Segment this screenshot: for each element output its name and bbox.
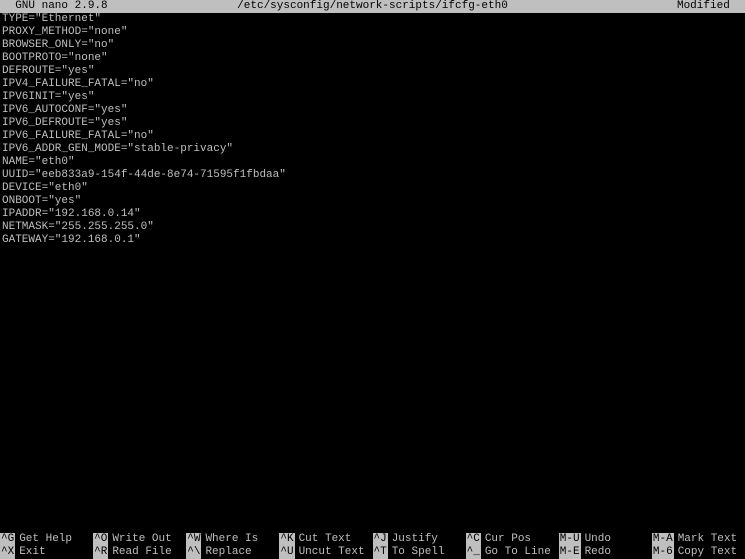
shortcut-item[interactable]: ^CCur Pos	[466, 533, 559, 546]
shortcut-key: ^G	[0, 533, 15, 546]
shortcut-item[interactable]: ^RRead File	[93, 546, 186, 559]
shortcut-item[interactable]: M-6Copy Text	[652, 546, 745, 559]
editor-line[interactable]: IPV6_ADDR_GEN_MODE="stable-privacy"	[2, 143, 743, 156]
editor-area[interactable]: TYPE="Ethernet"PROXY_METHOD="none"BROWSE…	[0, 13, 745, 533]
editor-line[interactable]: UUID="eeb833a9-154f-44de-8e74-71595f1fbd…	[2, 169, 743, 182]
shortcut-item[interactable]: ^WWhere Is	[186, 533, 279, 546]
shortcut-item[interactable]: M-ERedo	[559, 546, 652, 559]
shortcut-bar: ^GGet Help^OWrite Out^WWhere Is^KCut Tex…	[0, 533, 745, 559]
shortcut-label: Redo	[581, 546, 611, 559]
editor-line[interactable]: IPV6_FAILURE_FATAL="no"	[2, 130, 743, 143]
shortcut-key: ^_	[466, 546, 481, 559]
editor-line[interactable]: IPV6_AUTOCONF="yes"	[2, 104, 743, 117]
shortcut-label: Mark Text	[674, 533, 737, 546]
shortcut-key: M-E	[559, 546, 581, 559]
titlebar: GNU nano 2.9.8 /etc/sysconfig/network-sc…	[0, 0, 745, 13]
editor-line[interactable]: DEFROUTE="yes"	[2, 65, 743, 78]
shortcut-key: M-6	[652, 546, 674, 559]
editor-line[interactable]: ONBOOT="yes"	[2, 195, 743, 208]
shortcut-label: Uncut Text	[295, 546, 365, 559]
shortcut-item[interactable]: ^TTo Spell	[373, 546, 466, 559]
editor-line[interactable]: IPV4_FAILURE_FATAL="no"	[2, 78, 743, 91]
file-path: /etc/sysconfig/network-scripts/ifcfg-eth…	[0, 0, 745, 13]
shortcut-item[interactable]: ^XExit	[0, 546, 93, 559]
shortcut-label: Justify	[388, 533, 438, 546]
shortcut-item[interactable]: ^OWrite Out	[93, 533, 186, 546]
shortcut-key: ^T	[373, 546, 388, 559]
shortcut-label: Replace	[201, 546, 251, 559]
shortcut-item[interactable]: M-UUndo	[559, 533, 652, 546]
editor-line[interactable]: BROWSER_ONLY="no"	[2, 39, 743, 52]
shortcut-key: ^C	[466, 533, 481, 546]
shortcut-item[interactable]: ^GGet Help	[0, 533, 93, 546]
shortcut-label: Write Out	[108, 533, 171, 546]
shortcut-item[interactable]: ^UUncut Text	[279, 546, 372, 559]
editor-line[interactable]: IPV6_DEFROUTE="yes"	[2, 117, 743, 130]
shortcut-item[interactable]: ^\Replace	[186, 546, 279, 559]
editor-line[interactable]: NAME="eth0"	[2, 156, 743, 169]
shortcut-key: M-A	[652, 533, 674, 546]
app-version: GNU nano 2.9.8	[2, 0, 108, 13]
shortcut-key: ^J	[373, 533, 388, 546]
shortcut-key: ^R	[93, 546, 108, 559]
shortcut-key: ^W	[186, 533, 201, 546]
shortcut-item[interactable]: M-AMark Text	[652, 533, 745, 546]
shortcut-label: Cur Pos	[481, 533, 531, 546]
shortcut-item[interactable]: ^_Go To Line	[466, 546, 559, 559]
shortcut-item[interactable]: ^JJustify	[373, 533, 466, 546]
shortcut-label: Read File	[108, 546, 171, 559]
shortcut-item[interactable]: ^KCut Text	[279, 533, 372, 546]
shortcut-label: Cut Text	[295, 533, 352, 546]
modified-status: Modified	[677, 0, 743, 13]
shortcut-label: Undo	[581, 533, 611, 546]
editor-line[interactable]: BOOTPROTO="none"	[2, 52, 743, 65]
editor-line[interactable]: TYPE="Ethernet"	[2, 13, 743, 26]
editor-line[interactable]: IPADDR="192.168.0.14"	[2, 208, 743, 221]
shortcut-key: ^K	[279, 533, 294, 546]
shortcut-label: To Spell	[388, 546, 445, 559]
shortcut-key: M-U	[559, 533, 581, 546]
shortcut-key: ^O	[93, 533, 108, 546]
editor-line[interactable]: DEVICE="eth0"	[2, 182, 743, 195]
shortcut-label: Copy Text	[674, 546, 737, 559]
shortcut-label: Get Help	[15, 533, 72, 546]
shortcut-label: Exit	[15, 546, 45, 559]
shortcut-key: ^X	[0, 546, 15, 559]
editor-line[interactable]: IPV6INIT="yes"	[2, 91, 743, 104]
editor-line[interactable]: PROXY_METHOD="none"	[2, 26, 743, 39]
shortcut-label: Go To Line	[481, 546, 551, 559]
shortcut-label: Where Is	[201, 533, 258, 546]
shortcut-key: ^U	[279, 546, 294, 559]
shortcut-key: ^\	[186, 546, 201, 559]
editor-line[interactable]: NETMASK="255.255.255.0"	[2, 221, 743, 234]
editor-line[interactable]: GATEWAY="192.168.0.1"	[2, 234, 743, 247]
